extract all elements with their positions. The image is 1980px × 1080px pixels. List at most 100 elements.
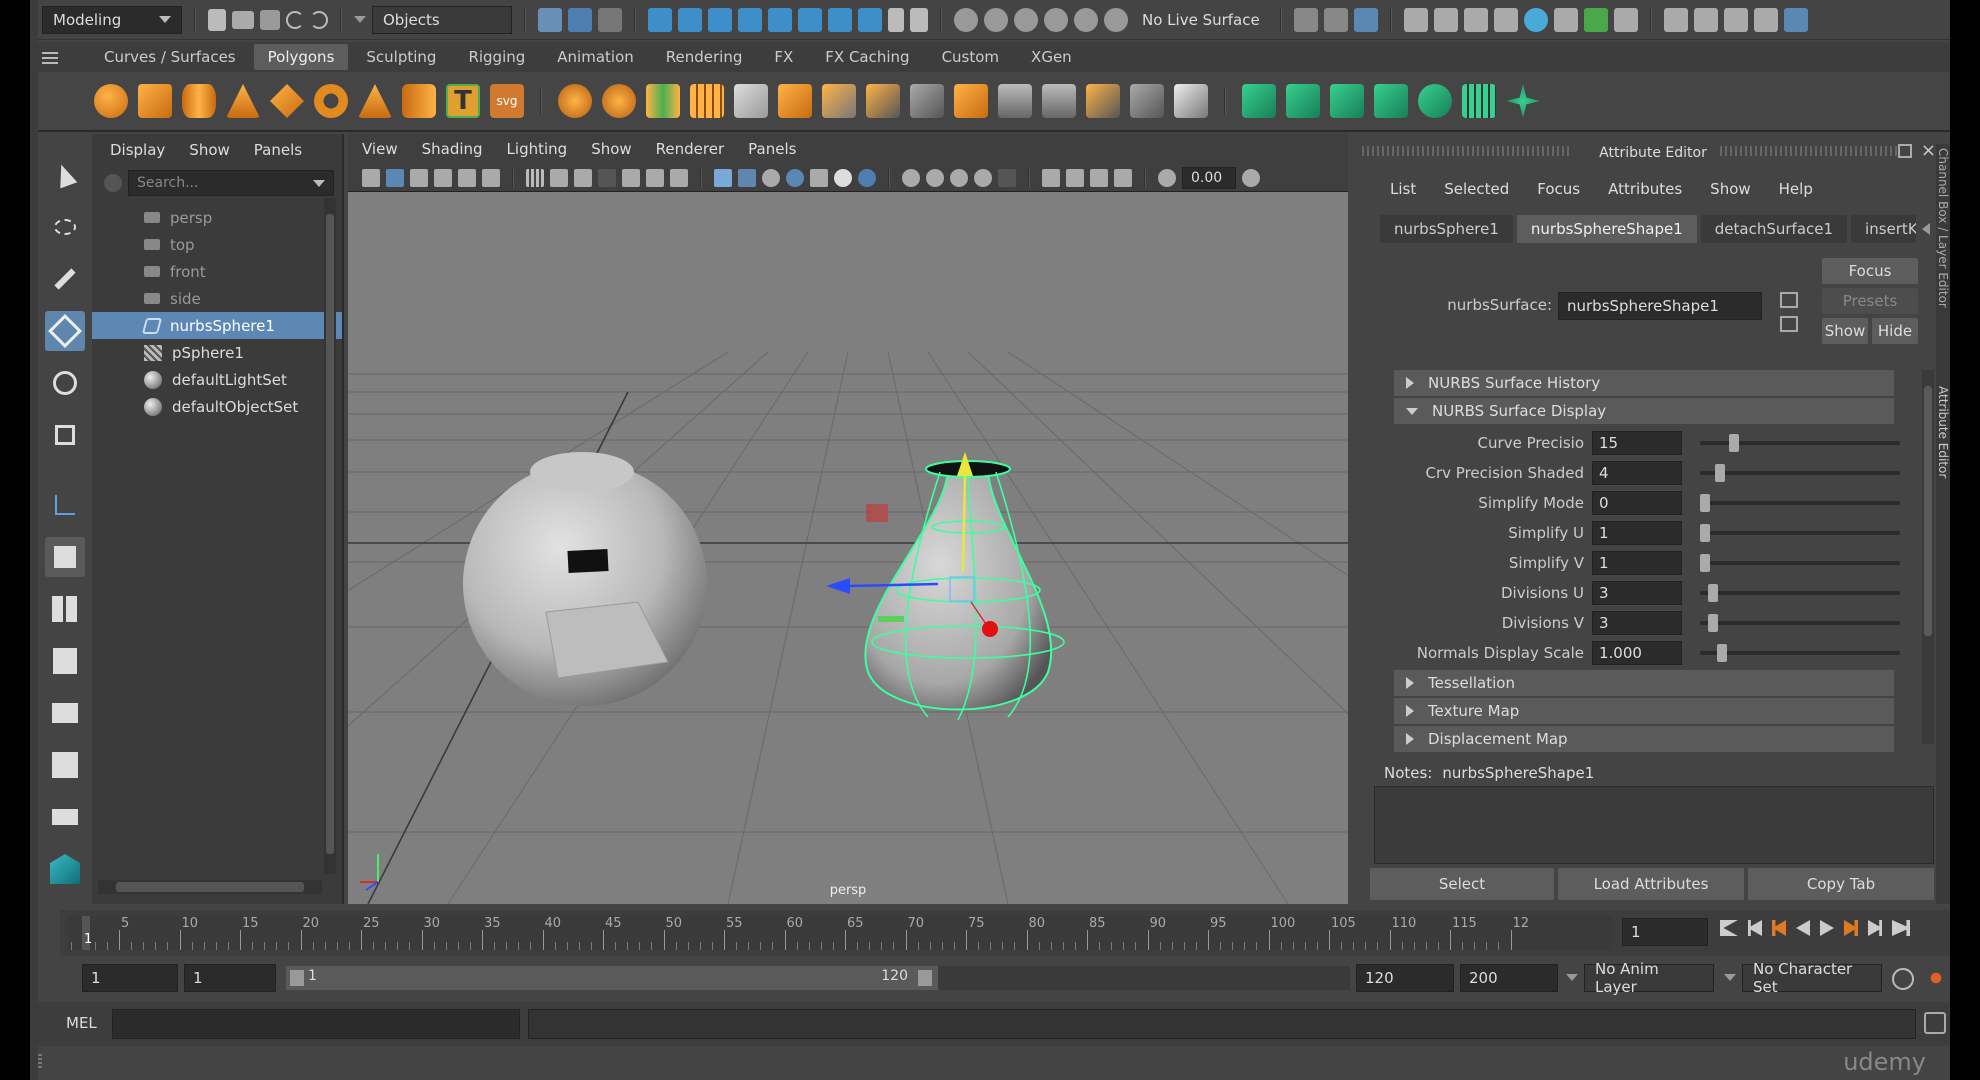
paint-select-tool-icon[interactable] <box>45 259 85 299</box>
shelf-tab-rendering[interactable]: Rendering <box>652 44 757 70</box>
poly-plane-icon[interactable] <box>270 84 304 118</box>
separate-icon[interactable] <box>602 84 636 118</box>
snap-view-icon[interactable] <box>738 7 762 32</box>
range-start-handle[interactable] <box>290 970 304 986</box>
render-frame-icon[interactable] <box>1433 7 1458 32</box>
automatic-map-icon[interactable] <box>1418 84 1452 118</box>
field-chart-icon[interactable] <box>622 168 640 187</box>
tool-settings-icon[interactable] <box>1753 7 1778 32</box>
hypershade-icon[interactable] <box>1523 7 1548 32</box>
attribute-slider[interactable] <box>1700 584 1900 602</box>
poly-torus-icon[interactable] <box>314 84 348 118</box>
slider-handle[interactable] <box>1700 494 1710 512</box>
poly-svg-icon[interactable]: svg <box>490 84 524 118</box>
outliner-layout-icon[interactable] <box>45 641 85 681</box>
bridge-icon[interactable] <box>866 84 900 118</box>
persp-outliner-layout-icon[interactable] <box>45 745 85 785</box>
drag-handle[interactable] <box>1720 146 1900 156</box>
x-axis-handle[interactable] <box>982 621 998 637</box>
slider-handle[interactable] <box>1717 644 1728 662</box>
open-scene-icon[interactable] <box>232 10 254 29</box>
two-d-pan-icon[interactable] <box>458 168 476 187</box>
save-scene-icon[interactable] <box>260 9 280 30</box>
current-frame-field[interactable]: 1 <box>1622 918 1708 946</box>
select-camera-icon[interactable] <box>362 168 380 187</box>
node-name-field[interactable]: nurbsSphereShape1 <box>1558 292 1762 320</box>
copy-tab-button[interactable]: Copy Tab <box>1748 868 1934 900</box>
bookmarks-icon[interactable] <box>410 168 428 187</box>
modeling-toolkit-icon[interactable] <box>1663 7 1688 32</box>
pointer-icon[interactable] <box>910 7 928 32</box>
outliner-item-nurbssphere1[interactable]: nurbsSphere1 <box>92 312 342 339</box>
tab-scroll-left-icon[interactable] <box>1922 223 1930 235</box>
shelf-menu-icon[interactable] <box>40 48 60 68</box>
grid-icon[interactable] <box>526 168 544 187</box>
make-live-icon[interactable] <box>1130 84 1164 118</box>
tab-nurbssphereshape1[interactable]: nurbsSphereShape1 <box>1516 215 1697 243</box>
exposure-icon[interactable] <box>1158 168 1176 187</box>
live-icon[interactable] <box>1074 7 1098 32</box>
ae-menu-help[interactable]: Help <box>1779 180 1813 198</box>
layout-uvs-icon[interactable] <box>1462 84 1496 118</box>
attribute-slider[interactable] <box>1700 524 1900 542</box>
load-attributes-button[interactable]: Load Attributes <box>1558 868 1744 900</box>
tab-nurbssphere1[interactable]: nurbsSphere1 <box>1380 215 1513 243</box>
poly-type-icon[interactable]: T <box>446 84 480 118</box>
input-icon[interactable] <box>1293 7 1318 32</box>
channel-box-side-tab[interactable]: Channel Box / Layer Editor <box>1936 148 1950 308</box>
animation-end-field[interactable]: 200 <box>1460 964 1558 992</box>
outliner-vertical-scrollbar[interactable] <box>324 198 336 874</box>
tab-insertk[interactable]: insertK <box>1851 215 1916 243</box>
poly-pyramid-icon[interactable] <box>358 84 392 118</box>
multisample-aa-icon[interactable] <box>950 168 968 187</box>
shelf-tab-custom[interactable]: Custom <box>928 44 1013 70</box>
shelf-tab-xgen[interactable]: XGen <box>1017 44 1086 70</box>
slider-handle[interactable] <box>1728 434 1739 452</box>
show-button[interactable]: Show <box>1822 318 1868 344</box>
scrollbar-thumb[interactable] <box>1924 386 1932 636</box>
outliner-item-persp[interactable]: persp <box>92 204 342 231</box>
redo-icon[interactable] <box>310 10 328 29</box>
character-set-dropdown[interactable]: No Character Set <box>1742 960 1882 996</box>
last-tool-icon[interactable] <box>45 485 85 525</box>
use-all-lights-icon[interactable] <box>834 168 852 187</box>
snap-curve-icon[interactable] <box>678 7 702 32</box>
ipr-icon[interactable] <box>1353 7 1378 32</box>
poly-pipe-icon[interactable] <box>402 84 436 118</box>
outliner-menu-show[interactable]: Show <box>189 141 229 159</box>
script-editor-icon[interactable] <box>1924 1012 1946 1034</box>
anim-layer-dropdown[interactable]: No Anim Layer <box>1584 960 1714 996</box>
slider-handle[interactable] <box>1707 614 1718 632</box>
lasso-tool-icon[interactable] <box>45 207 85 247</box>
shelf-tab-rigging[interactable]: Rigging <box>454 44 539 70</box>
slider-handle[interactable] <box>1707 584 1718 602</box>
filter-icon[interactable] <box>104 174 122 192</box>
poly-cube-icon[interactable] <box>138 84 172 118</box>
extrude-icon[interactable] <box>778 84 812 118</box>
planar-map-icon[interactable] <box>1286 84 1320 118</box>
grease-pencil-icon[interactable] <box>482 168 500 187</box>
poly-cylinder-icon[interactable] <box>182 84 216 118</box>
attribute-editor-side-tab[interactable]: Attribute Editor <box>1936 386 1950 478</box>
tab-detachsurface1[interactable]: detachSurface1 <box>1700 215 1848 243</box>
xgen-icon[interactable] <box>1613 7 1638 32</box>
four-view-layout-icon[interactable] <box>45 589 85 629</box>
close-icon[interactable]: × <box>1921 140 1936 161</box>
character-controls-icon[interactable] <box>1693 7 1718 32</box>
attribute-slider[interactable] <box>1700 494 1900 512</box>
lasso-icon[interactable] <box>954 7 978 32</box>
ipr-render-icon[interactable] <box>1463 7 1488 32</box>
float-panel-icon[interactable] <box>1898 144 1912 158</box>
section-displacement-map[interactable]: Displacement Map <box>1394 726 1894 752</box>
snap-grid-icon[interactable] <box>648 7 672 32</box>
section-texture-map[interactable]: Texture Map <box>1394 698 1894 724</box>
animation-start-field[interactable]: 1 <box>82 964 178 992</box>
chevron-down-icon[interactable] <box>313 179 325 187</box>
insert-edge-loop-icon[interactable] <box>1042 84 1076 118</box>
gate-mask-icon[interactable] <box>598 168 616 187</box>
outliner-menu-display[interactable]: Display <box>110 141 165 159</box>
outliner-item-defaultobjectset[interactable]: defaultObjectSet <box>92 393 342 420</box>
symmetry-icon[interactable] <box>828 7 852 32</box>
poly-cone-icon[interactable] <box>226 84 260 118</box>
refresh-icon[interactable] <box>1104 7 1128 32</box>
